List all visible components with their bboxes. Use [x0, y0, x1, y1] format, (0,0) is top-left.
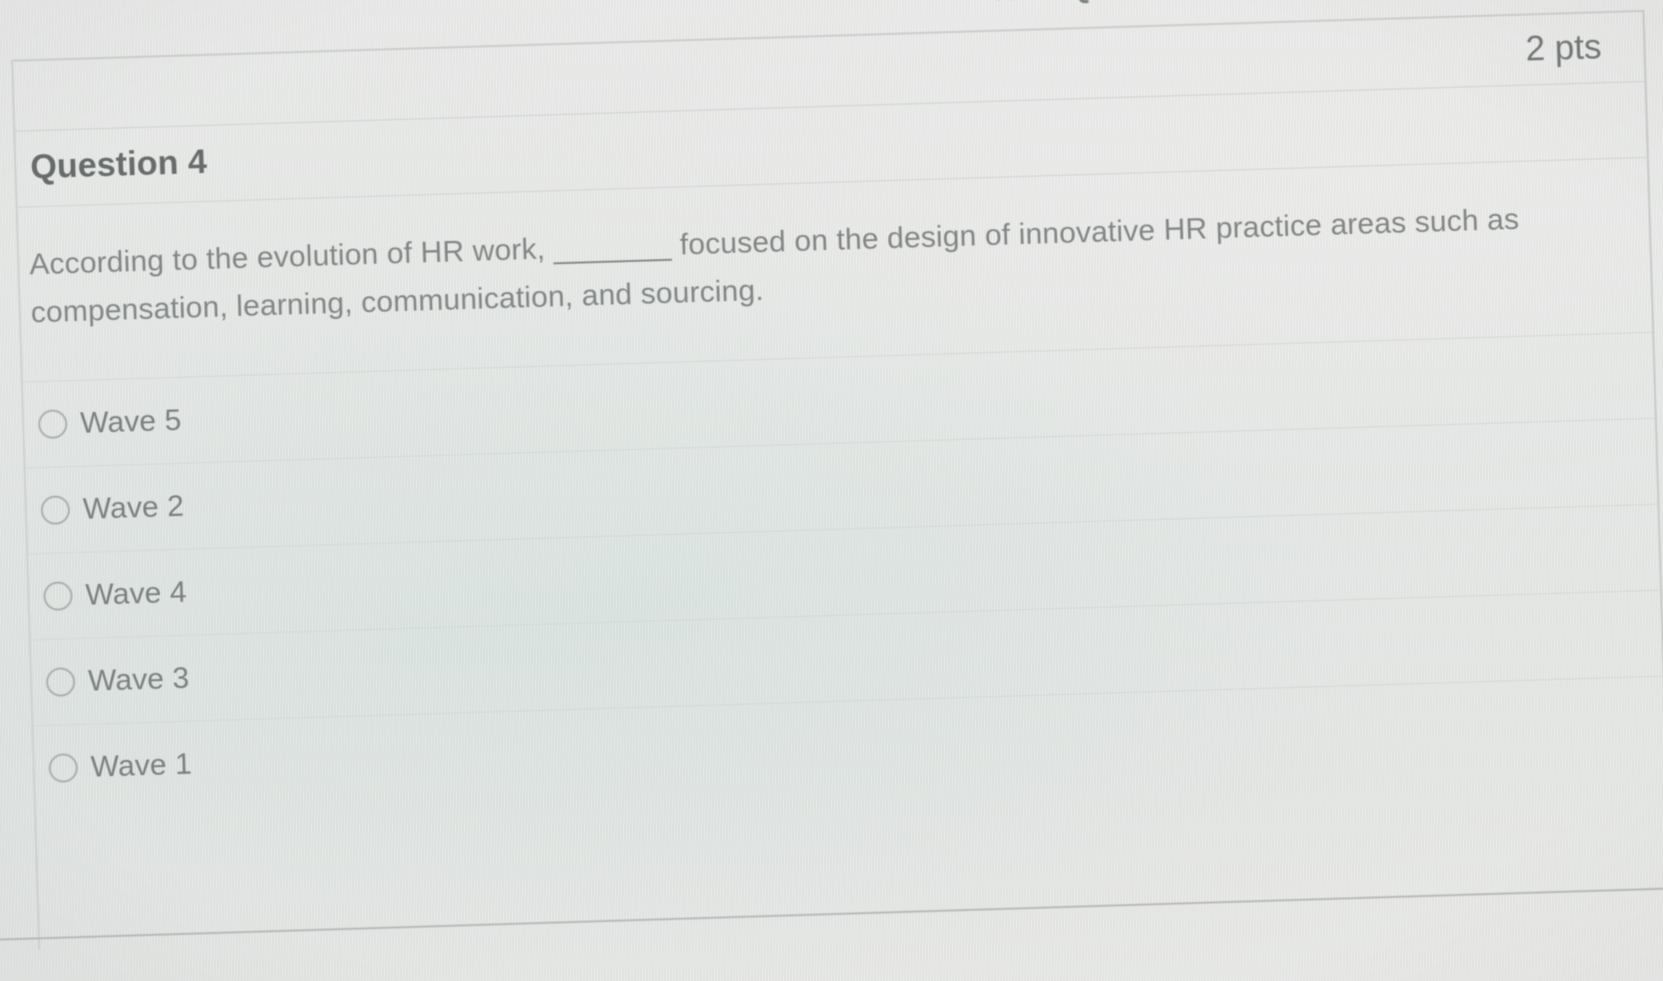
question-name: Question 4 [29, 142, 208, 187]
question-points-value: 2 pts [1524, 27, 1603, 69]
answer-label: Wave 4 [84, 575, 188, 612]
radio-unchecked-icon[interactable] [40, 495, 71, 526]
question-text: According to the evolution of HR work, _… [29, 196, 1531, 338]
answer-label: Wave 1 [90, 747, 193, 784]
radio-unchecked-icon[interactable] [45, 667, 76, 698]
question-text-line-1: According to the evolution of HR work, _… [28, 208, 1323, 282]
question-card: 2 pts Question 4 According to the evolut… [11, 9, 1663, 950]
take-quiz-title: Take Quiz [989, 0, 1136, 8]
radio-unchecked-icon[interactable] [37, 409, 68, 440]
answer-label: Wave 2 [82, 489, 185, 526]
answer-list: Wave 5 Wave 2 Wave 4 Wave 3 Wave 1 [22, 331, 1663, 812]
quiz-page: Take Quiz 2 pts Question 4 According to … [0, 0, 1663, 981]
radio-unchecked-icon[interactable] [48, 753, 79, 783]
radio-unchecked-icon[interactable] [43, 581, 73, 612]
answer-label: Wave 5 [79, 403, 182, 440]
screen-photo-backdrop: Take Quiz 2 pts Question 4 According to … [0, 0, 1663, 981]
answer-label: Wave 3 [87, 661, 190, 698]
